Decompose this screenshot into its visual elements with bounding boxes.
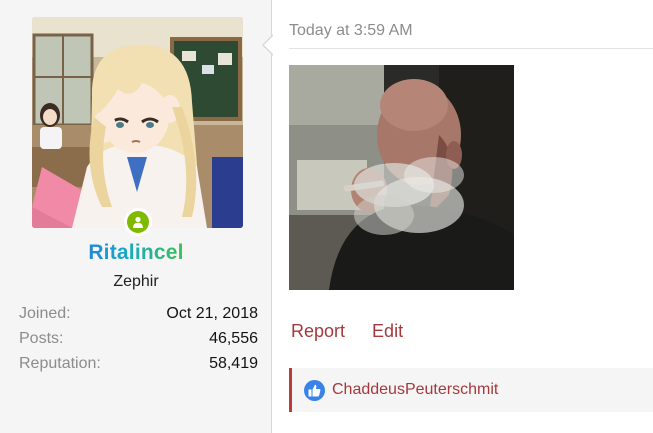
likes-summary-bar: ChaddeusPeuterschmit bbox=[289, 368, 653, 412]
author-user-title: Zephir bbox=[113, 273, 159, 290]
stat-value: 58,419 bbox=[209, 354, 258, 372]
post-header: Today at 3:59 AM bbox=[289, 0, 653, 49]
online-status-badge bbox=[124, 208, 152, 236]
stat-value: Oct 21, 2018 bbox=[166, 304, 258, 322]
stat-joined: Joined: Oct 21, 2018 bbox=[19, 301, 258, 326]
post-timestamp-link[interactable]: Today at 3:59 AM bbox=[289, 22, 413, 40]
smoking-man-image bbox=[289, 65, 514, 290]
post-embedded-gif[interactable] bbox=[289, 65, 514, 290]
stat-label: Posts: bbox=[19, 329, 64, 347]
report-link[interactable]: Report bbox=[291, 321, 345, 341]
avatar-anime-girl-image bbox=[32, 17, 243, 228]
user-info-panel: Ritalincel Zephir Joined: Oct 21, 2018 P… bbox=[0, 0, 272, 433]
author-username[interactable]: Ritalincel bbox=[0, 241, 272, 265]
stat-label: Joined: bbox=[19, 304, 71, 322]
edit-link[interactable]: Edit bbox=[372, 321, 403, 341]
stat-reputation: Reputation: 58,419 bbox=[19, 351, 258, 376]
user-avatar[interactable] bbox=[32, 17, 243, 228]
post-actions: Report Edit bbox=[291, 321, 425, 342]
stat-label: Reputation: bbox=[19, 354, 101, 372]
post-pointer-arrow bbox=[262, 34, 274, 56]
author-stats: Joined: Oct 21, 2018 Posts: 46,556 Reput… bbox=[19, 301, 258, 376]
stat-value: 46,556 bbox=[209, 329, 258, 347]
thumbs-up-icon bbox=[304, 379, 325, 401]
stat-posts: Posts: 46,556 bbox=[19, 326, 258, 351]
liker-username-link[interactable]: ChaddeusPeuterschmit bbox=[332, 381, 498, 399]
user-online-icon bbox=[127, 211, 149, 233]
